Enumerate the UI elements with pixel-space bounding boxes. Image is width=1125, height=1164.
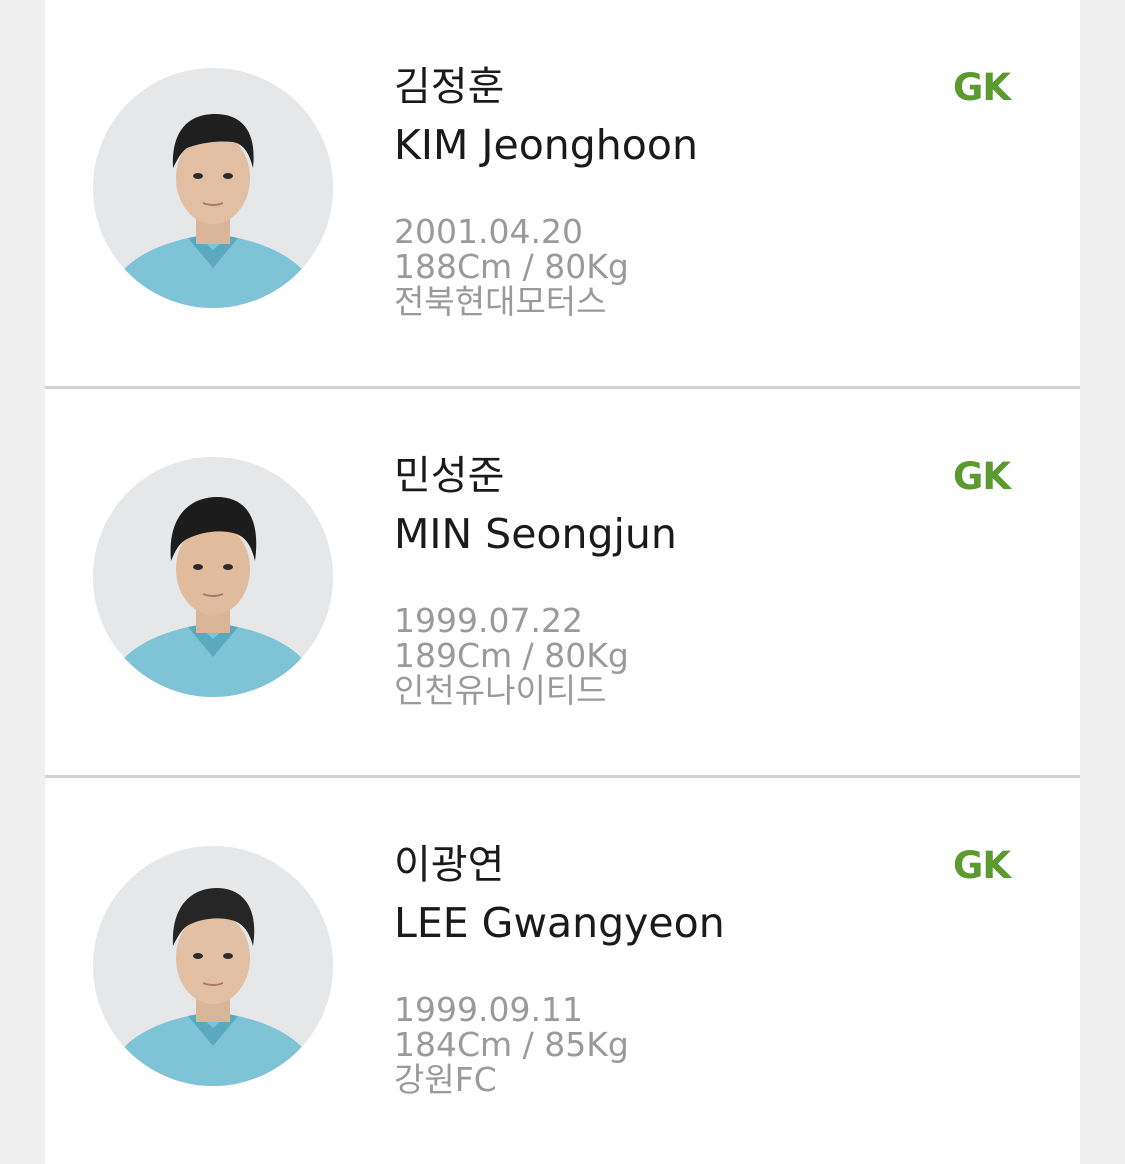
player-name-korean: 김정훈	[394, 64, 505, 110]
player-height-weight: 184Cm / 85Kg	[394, 1025, 629, 1064]
player-height-weight: 189Cm / 80Kg	[394, 636, 629, 675]
player-portrait-icon	[93, 68, 333, 308]
player-photo	[93, 68, 333, 308]
position-badge: GK	[952, 455, 1011, 498]
player-name-english: MIN Seongjun	[394, 510, 677, 558]
player-info: 이광연 LEE Gwangyeon 1999.09.11 184Cm / 85K…	[394, 836, 725, 1097]
player-card[interactable]: 김정훈 KIM Jeonghoon 2001.04.20 188Cm / 80K…	[45, 0, 1080, 386]
player-info: 민성준 MIN Seongjun 1999.07.22 189Cm / 80Kg…	[394, 447, 677, 708]
player-height-weight: 188Cm / 80Kg	[394, 247, 629, 286]
player-photo	[93, 457, 333, 697]
player-details: 1999.09.11 184Cm / 85Kg 강원FC	[394, 992, 725, 1097]
player-club: 인천유나이티드	[394, 671, 607, 710]
player-card[interactable]: 민성준 MIN Seongjun 1999.07.22 189Cm / 80Kg…	[45, 389, 1080, 775]
player-details: 1999.07.22 189Cm / 80Kg 인천유나이티드	[394, 603, 677, 708]
player-details: 2001.04.20 188Cm / 80Kg 전북현대모터스	[394, 214, 698, 319]
player-birthdate: 1999.07.22	[394, 601, 583, 640]
player-info: 김정훈 KIM Jeonghoon 2001.04.20 188Cm / 80K…	[394, 58, 698, 319]
player-club: 강원FC	[394, 1060, 497, 1099]
player-portrait-icon	[93, 457, 333, 697]
player-club: 전북현대모터스	[394, 282, 607, 321]
player-name-korean: 이광연	[394, 842, 505, 888]
player-name-english: KIM Jeonghoon	[394, 121, 698, 169]
player-card[interactable]: 이광연 LEE Gwangyeon 1999.09.11 184Cm / 85K…	[45, 778, 1080, 1164]
player-name-english: LEE Gwangyeon	[394, 899, 725, 947]
player-birthdate: 2001.04.20	[394, 212, 583, 251]
player-list: 김정훈 KIM Jeonghoon 2001.04.20 188Cm / 80K…	[45, 0, 1080, 1164]
position-badge: GK	[952, 66, 1011, 109]
position-badge: GK	[952, 844, 1011, 887]
player-photo	[93, 846, 333, 1086]
player-portrait-icon	[93, 846, 333, 1086]
player-birthdate: 1999.09.11	[394, 990, 583, 1029]
player-name-korean: 민성준	[394, 453, 505, 499]
